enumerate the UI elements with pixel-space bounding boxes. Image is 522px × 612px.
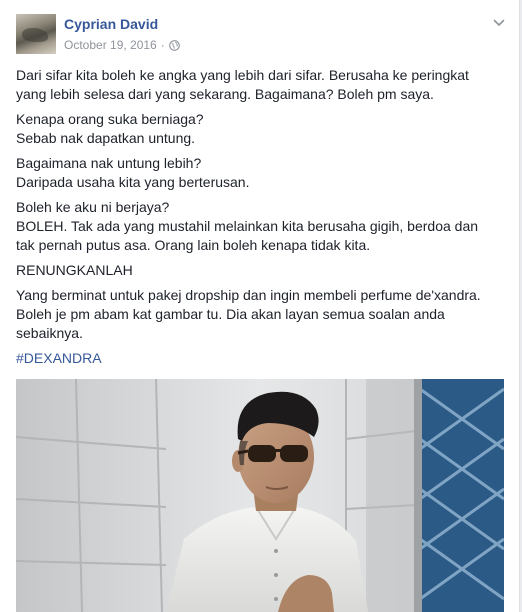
text-line: Boleh ke aku ni berjaya?: [16, 199, 170, 215]
post-paragraph: Yang berminat untuk pakej dropship dan i…: [16, 286, 496, 343]
meta-separator: ·: [160, 38, 165, 52]
post-card: Cyprian David October 19, 2016 · Dari si…: [0, 0, 520, 612]
text-line: Boleh je pm abam kat gambar tu. Dia akan…: [16, 306, 445, 322]
post-meta: October 19, 2016 ·: [64, 38, 180, 52]
text-line: BOLEH. Tak ada yang mustahil melainkan k…: [16, 218, 479, 234]
avatar[interactable]: [16, 14, 56, 54]
post-paragraph: Kenapa orang suka berniaga? Sebab nak da…: [16, 110, 496, 148]
text-line: Sebab nak dapatkan untung.: [16, 130, 196, 146]
text-line: tak pernah putus asa. Orang lain boleh k…: [16, 237, 371, 253]
post-paragraph: Bagaimana nak untung lebih? Daripada usa…: [16, 154, 496, 192]
chevron-down-icon[interactable]: [492, 16, 506, 30]
photo-illustration: [16, 379, 504, 612]
post-timestamp[interactable]: October 19, 2016: [64, 38, 157, 52]
text-line: yang lebih selesa dari yang sekarang. Ba…: [16, 86, 434, 102]
text-line: Daripada usaha kita yang berterusan.: [16, 174, 250, 190]
post-header: Cyprian David October 19, 2016 ·: [16, 14, 506, 58]
post-paragraph: Dari sifar kita boleh ke angka yang lebi…: [16, 66, 496, 104]
text-line: sebaiknya.: [16, 325, 83, 341]
author-name[interactable]: Cyprian David: [64, 16, 158, 32]
text-line: RENUNGKANLAH: [16, 262, 133, 278]
text-line: Yang berminat untuk pakej dropship dan i…: [16, 287, 481, 303]
text-line: Kenapa orang suka berniaga?: [16, 111, 204, 127]
post-paragraph: #DEXANDRA: [16, 349, 496, 368]
post-photo[interactable]: [16, 379, 504, 612]
post-body: Dari sifar kita boleh ke angka yang lebi…: [16, 66, 496, 374]
hashtag-link[interactable]: #DEXANDRA: [16, 350, 102, 366]
text-line: Dari sifar kita boleh ke angka yang lebi…: [16, 67, 469, 83]
post-paragraph: RENUNGKANLAH: [16, 261, 496, 280]
text-line: Bagaimana nak untung lebih?: [16, 155, 202, 171]
post-paragraph: Boleh ke aku ni berjaya? BOLEH. Tak ada …: [16, 198, 496, 255]
globe-icon[interactable]: [168, 39, 180, 51]
